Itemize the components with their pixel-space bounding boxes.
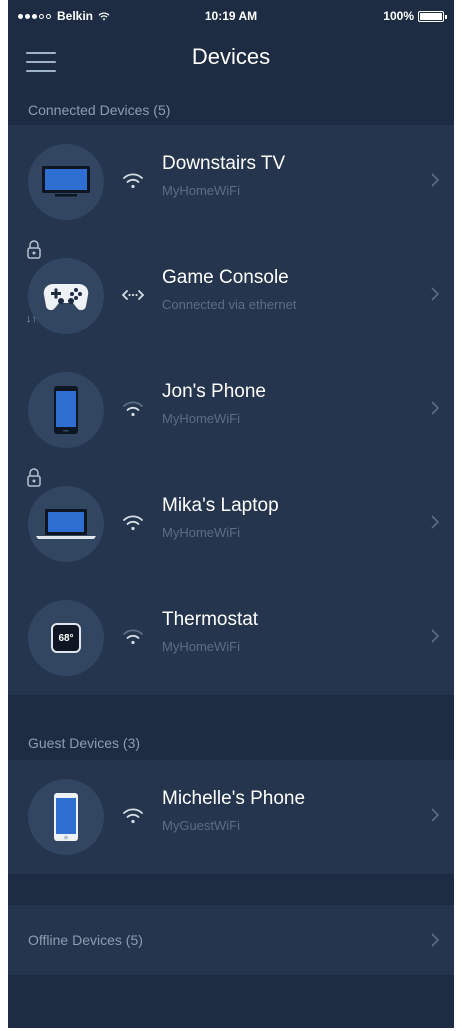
guest-devices-list: Michelle's Phone MyGuestWiFi [8,760,454,874]
status-bar: Belkin 10:19 AM 100% [8,0,454,34]
navigation-bar: Devices [8,34,454,90]
device-row-thermostat[interactable]: 68° Thermostat MyHomeWiFi [8,581,454,695]
offline-devices-label: Offline Devices (5) [28,932,143,948]
device-avatar [28,372,104,448]
device-network: MyHomeWiFi [162,183,240,198]
chevron-right-icon [431,173,440,187]
device-name: Mika's Laptop [162,495,279,516]
device-network: MyHomeWiFi [162,525,240,540]
device-network: MyHomeWiFi [162,639,240,654]
devices-screen: Belkin 10:19 AM 100% Devices Connected D… [8,0,454,1028]
device-avatar [28,258,104,334]
lock-icon [27,468,41,487]
device-avatar [28,779,104,855]
battery-icon [418,10,447,22]
chevron-right-icon [431,401,440,415]
tv-icon [42,166,90,197]
wifi-icon [123,401,143,417]
offline-devices-row[interactable]: Offline Devices (5) [8,905,454,975]
device-avatar [28,486,104,562]
device-row-jons-phone[interactable]: Jon's Phone MyHomeWiFi [8,353,454,467]
lock-icon [27,240,41,259]
device-row-downstairs-tv[interactable]: Downstairs TV MyHomeWiFi [8,125,454,239]
thermostat-icon: 68° [51,623,81,653]
gamepad-icon [43,283,89,311]
chevron-right-icon [431,515,440,529]
device-row-michelles-phone[interactable]: Michelle's Phone MyGuestWiFi [8,760,454,874]
wifi-icon [123,173,143,189]
device-network: MyHomeWiFi [162,411,240,426]
device-name: Jon's Phone [162,381,266,402]
guest-devices-header: Guest Devices (3) [28,735,141,751]
ethernet-icon [121,290,145,300]
battery-percent: 100% [383,9,414,23]
chevron-right-icon [431,808,440,822]
device-row-mikas-laptop[interactable]: Mika's Laptop MyHomeWiFi [8,467,454,581]
wifi-icon [123,515,143,531]
laptop-icon [36,509,96,539]
thermostat-temperature: 68° [58,632,74,644]
device-network: MyGuestWiFi [162,818,240,833]
device-row-game-console[interactable]: ↓↑ Game Console Connected via ethernet [8,239,454,353]
smartphone-icon [54,793,78,841]
battery-status: 100% [383,9,447,23]
chevron-right-icon [431,287,440,301]
device-name: Thermostat [162,609,259,630]
device-avatar: 68° [28,600,104,676]
wifi-icon [123,808,143,824]
device-network: Connected via ethernet [162,297,297,312]
device-name: Downstairs TV [162,153,286,174]
device-name: Game Console [162,267,289,288]
device-avatar [28,144,104,220]
smartphone-icon [54,386,78,434]
wifi-icon [123,629,143,645]
connected-devices-list: Downstairs TV MyHomeWiFi ↓↑ Game Console… [8,125,454,695]
chevron-right-icon [431,629,440,643]
connected-devices-header: Connected Devices (5) [28,102,171,118]
device-name: Michelle's Phone [162,788,306,809]
chevron-right-icon [431,933,440,947]
page-title: Devices [191,44,271,69]
